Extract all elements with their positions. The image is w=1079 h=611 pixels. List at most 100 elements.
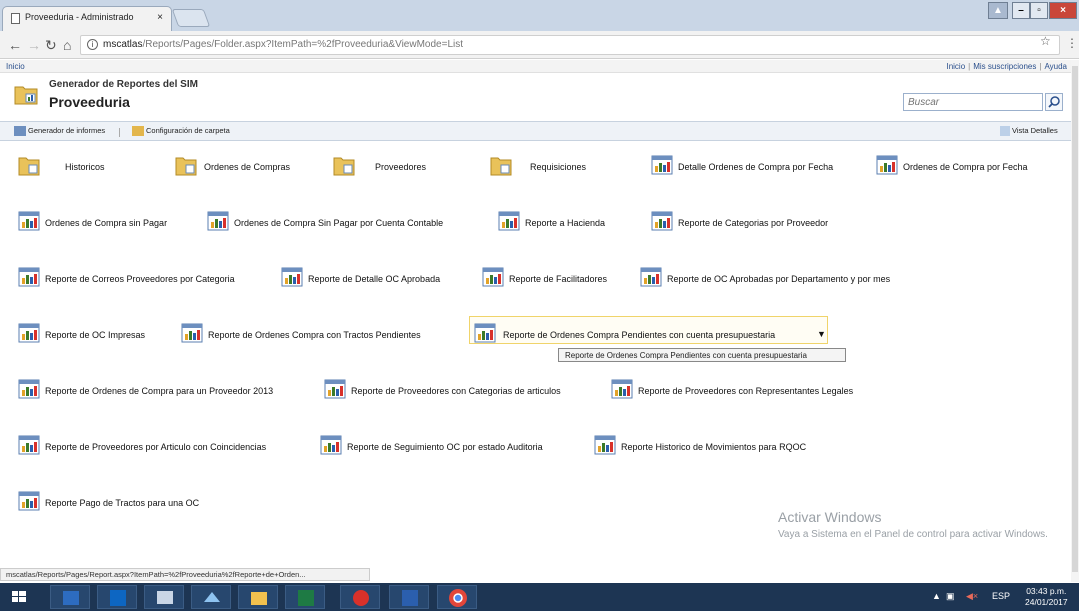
home-icon[interactable]: ⌂: [63, 37, 71, 53]
folder-settings-label: Configuración de carpeta: [146, 126, 230, 135]
search-icon: [1048, 96, 1060, 108]
report-label: Reporte de Ordenes Compra Pendientes con…: [503, 330, 776, 340]
bookmark-star-icon[interactable]: ☆: [1040, 34, 1051, 48]
report-icon: [611, 379, 633, 399]
report-label: Reporte de Ordenes Compra con Tractos Pe…: [208, 330, 421, 340]
browser-tab[interactable]: Proveeduria - Administrado ×: [2, 6, 172, 31]
report-label: Reporte de Categorias por Proveedor: [678, 218, 829, 228]
folder-settings-button[interactable]: Configuración de carpeta: [132, 126, 230, 137]
outlook-icon: [110, 590, 126, 606]
link-help[interactable]: Ayuda: [1044, 62, 1067, 71]
tab-close-icon[interactable]: ×: [157, 12, 163, 23]
taskbar-app-3[interactable]: [340, 585, 380, 609]
minimize-button[interactable]: –: [1012, 2, 1030, 19]
details-view-label: Vista Detalles: [1012, 126, 1058, 135]
taskbar: ▲ ▣ ◀× ESP 03:43 p.m. 24/01/2017: [0, 583, 1079, 611]
back-icon[interactable]: ←: [8, 37, 22, 53]
menu-icon[interactable]: ⋮: [1066, 36, 1078, 50]
folder-label: Historicos: [65, 162, 105, 172]
report-icon: [18, 379, 40, 399]
chrome-icon: [449, 589, 467, 607]
report-icon: [320, 435, 342, 455]
clock[interactable]: 03:43 p.m. 24/01/2017: [1025, 586, 1068, 608]
report-icon: [207, 211, 229, 231]
start-button[interactable]: [0, 585, 38, 609]
details-view-button[interactable]: Vista Detalles: [1000, 126, 1058, 137]
site-subtitle: Generador de Reportes del SIM: [49, 79, 198, 90]
taskbar-app[interactable]: [144, 585, 184, 609]
folder-settings-icon: [132, 126, 144, 137]
scrollbar-thumb[interactable]: [1072, 66, 1078, 572]
folder-icon: [175, 157, 197, 176]
close-window-button[interactable]: ×: [1049, 2, 1077, 19]
report-icon: [482, 267, 504, 287]
link-subscriptions[interactable]: Mis suscripciones: [973, 62, 1036, 71]
clock-date: 24/01/2017: [1025, 597, 1068, 607]
user-icon[interactable]: ▲: [988, 2, 1008, 19]
folder-icon: [18, 157, 40, 176]
folder-label: Ordenes de Compras: [204, 162, 291, 172]
page-icon: [11, 13, 20, 24]
taskbar-word[interactable]: [389, 585, 429, 609]
taskbar-app-2[interactable]: [191, 585, 231, 609]
excel-icon: [298, 590, 314, 606]
tab-title: Proveeduria - Administrado: [25, 12, 134, 22]
report-builder-button[interactable]: Generador de informes: [14, 126, 105, 137]
taskbar-chrome[interactable]: [437, 585, 477, 609]
report-icon: [18, 491, 40, 511]
report-label: Ordenes de Compra sin Pagar: [45, 218, 168, 228]
word-icon: [402, 590, 418, 606]
taskbar-explorer[interactable]: [238, 585, 278, 609]
new-tab-button[interactable]: [171, 9, 211, 27]
home-link[interactable]: Inicio: [6, 62, 25, 71]
report-icon: [498, 211, 520, 231]
clock-time: 03:43 p.m.: [1026, 586, 1067, 596]
report-icon: [651, 155, 673, 175]
network-icon[interactable]: ▣: [946, 591, 955, 602]
url-path: /Reports/Pages/Folder.aspx?ItemPath=%2fP…: [142, 39, 464, 50]
reload-icon[interactable]: ↻: [45, 37, 57, 54]
maximize-button[interactable]: ▫: [1030, 2, 1048, 19]
report-label: Reporte de Correos Proveedores por Categ…: [45, 274, 235, 284]
link-home[interactable]: Inicio: [946, 62, 965, 71]
taskbar-powershell[interactable]: [50, 585, 90, 609]
address-bar[interactable]: i mscatlas/Reports/Pages/Folder.aspx?Ite…: [80, 35, 1060, 55]
powershell-icon: [63, 591, 79, 605]
browser-titlebar: Proveeduria - Administrado × ▲ – ▫ ×: [0, 0, 1079, 31]
watermark-title: Activar Windows: [778, 509, 882, 525]
taskbar-outlook[interactable]: [97, 585, 137, 609]
activation-watermark: Activar Windows Vaya a Sistema en el Pan…: [778, 509, 1048, 541]
search-input[interactable]: [903, 93, 1043, 111]
report-label: Reporte Historico de Movimientos para RQ…: [621, 442, 807, 452]
taskbar-excel[interactable]: [285, 585, 325, 609]
report-icon: [181, 323, 203, 343]
report-label: Reporte de Proveedores con Representante…: [638, 386, 854, 396]
report-builder-icon: [14, 126, 26, 137]
info-icon[interactable]: i: [87, 39, 98, 50]
search-button[interactable]: [1045, 93, 1063, 111]
chevron-down-icon[interactable]: ▼: [817, 329, 826, 339]
folder-icon: [14, 86, 38, 105]
details-view-icon: [1000, 126, 1010, 137]
page-scrollbar[interactable]: [1071, 60, 1079, 582]
folder-label: Requisiciones: [530, 162, 587, 172]
folder-icon: [333, 157, 355, 176]
page-title: Proveeduria: [49, 94, 130, 110]
report-label: Reporte de Proveedores con Categorias de…: [351, 386, 561, 396]
report-label: Reporte de Seguimiento OC por estado Aud…: [347, 442, 543, 452]
report-label: Ordenes de Compra por Fecha: [903, 162, 1028, 172]
report-label: Reporte de OC Impresas: [45, 330, 146, 340]
top-links: Inicio | Mis suscripciones | Ayuda: [946, 62, 1067, 71]
report-icon: [651, 211, 673, 231]
report-icon: [474, 323, 496, 343]
tray-arrow-icon[interactable]: ▲: [932, 591, 941, 601]
volume-icon[interactable]: ◀×: [966, 591, 978, 602]
report-label: Reporte Pago de Tractos para una OC: [45, 498, 200, 508]
url-host: mscatlas: [103, 39, 143, 50]
language-indicator[interactable]: ESP: [992, 591, 1010, 601]
report-label: Reporte de Proveedores por Articulo con …: [45, 442, 267, 452]
report-icon: [18, 323, 40, 343]
windows-logo-icon: [12, 591, 26, 602]
forward-icon[interactable]: →: [27, 37, 41, 53]
report-label: Reporte de OC Aprobadas por Departamento…: [667, 274, 891, 284]
